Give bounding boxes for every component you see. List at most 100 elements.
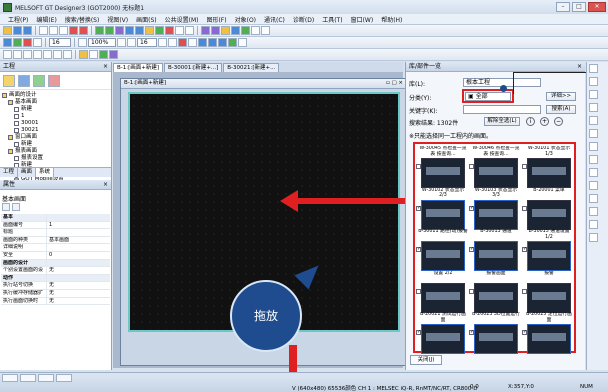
restore-button[interactable]: □	[572, 2, 586, 12]
scale-icon[interactable]	[89, 50, 98, 59]
zoom-out-library-icon[interactable]: −	[554, 117, 563, 126]
property-row[interactable]: 执行站号切换无	[1, 282, 110, 290]
properties-close-icon[interactable]: ×	[103, 180, 108, 189]
text-icon[interactable]	[589, 129, 598, 138]
display-icon[interactable]	[158, 38, 167, 47]
thumbnail-checkbox[interactable]	[416, 164, 421, 169]
offset-icon[interactable]	[188, 38, 197, 47]
property-row[interactable]: 详细说明	[1, 244, 110, 252]
property-row[interactable]: 执行画面切换时无	[1, 297, 110, 306]
paste-icon[interactable]	[59, 26, 68, 35]
property-value[interactable]	[47, 244, 110, 251]
pattern-icon[interactable]	[23, 38, 32, 47]
library-close-icon[interactable]: ×	[577, 62, 582, 71]
property-value[interactable]	[47, 275, 110, 282]
thumbnail-checkbox[interactable]: ✓	[416, 247, 421, 252]
new-project-icon[interactable]	[3, 26, 12, 35]
keyword-input[interactable]	[463, 105, 541, 114]
redo-icon[interactable]	[79, 26, 88, 35]
thumbnail-checkbox[interactable]: ✓	[416, 330, 421, 335]
property-value[interactable]	[47, 214, 110, 221]
zoom-combo[interactable]: 100%	[88, 38, 116, 47]
save-icon[interactable]	[23, 26, 32, 35]
menu-item[interactable]: 搜索/替换(S)	[61, 15, 104, 24]
polygon-icon[interactable]	[43, 50, 52, 59]
property-value[interactable]: 无	[47, 282, 110, 289]
circle-icon[interactable]	[589, 103, 598, 112]
help-icon[interactable]	[238, 38, 247, 47]
property-row[interactable]: 个别设置画面的设无	[1, 267, 110, 275]
write-to-got-icon[interactable]	[165, 26, 174, 35]
undo-icon[interactable]	[69, 26, 78, 35]
document-tab[interactable]: B-30021:[新建+...	[223, 63, 280, 72]
screen-list-icon[interactable]	[208, 38, 217, 47]
image-icon[interactable]	[589, 207, 598, 216]
delete-screen-icon[interactable]	[48, 74, 60, 87]
figure-icon[interactable]	[211, 26, 220, 35]
text-tool-icon[interactable]	[63, 50, 72, 59]
tree-item[interactable]: 报表设置	[2, 155, 111, 162]
ruler-icon[interactable]	[168, 38, 177, 47]
thumbnail-checkbox[interactable]: ✓	[522, 247, 527, 252]
thumbnail-checkbox[interactable]: ✓	[522, 330, 527, 335]
line-icon[interactable]	[589, 77, 598, 86]
menu-item[interactable]: 公共设置(M)	[161, 15, 203, 24]
select-icon[interactable]	[3, 38, 12, 47]
library-thumbnail[interactable]: B-20025 定位运行画面 ✓	[522, 312, 574, 356]
library-thumbnail[interactable]: B-30015 通道设置 1/2 ✓	[522, 229, 574, 273]
library-thumbnail[interactable]: B-30011 路径(动)报警 ✓	[416, 229, 468, 273]
numeric-display-icon[interactable]	[251, 26, 260, 35]
color-select[interactable]	[20, 374, 36, 382]
library-thumbnail[interactable]: W-30046 点检查一览表 按查询...	[469, 146, 521, 190]
lamp-icon[interactable]	[231, 26, 240, 35]
zoom-fit-icon[interactable]	[127, 38, 136, 47]
project-panel-close-icon[interactable]: ×	[103, 62, 108, 71]
property-value[interactable]: 1	[47, 222, 110, 229]
property-value[interactable]: 基本画面	[47, 237, 110, 244]
thumbnail-checkbox[interactable]: ✓	[469, 205, 474, 211]
library-thumbnail[interactable]: W-30102 状态显示 2/3 ✓	[416, 188, 468, 232]
group-icon[interactable]	[135, 26, 144, 35]
tree-item[interactable]: 窗口画面	[2, 134, 111, 141]
window-controls-icon[interactable]: ▫ ▢ ×	[386, 79, 403, 88]
alarm-icon[interactable]	[261, 26, 270, 35]
menu-item[interactable]: 图形(F)	[202, 15, 230, 24]
project-tab[interactable]: 工程	[0, 168, 19, 177]
view-icon[interactable]	[198, 38, 207, 47]
line-select[interactable]	[38, 374, 54, 382]
menu-item[interactable]: 工具(T)	[318, 15, 346, 24]
property-value[interactable]: 无	[47, 290, 110, 297]
library-icon[interactable]	[145, 26, 154, 35]
menu-item[interactable]: 编辑(E)	[32, 15, 60, 24]
layer-select[interactable]	[2, 374, 18, 382]
object-icon[interactable]	[201, 26, 210, 35]
library-thumbnail[interactable]: W-30045 点检查一览表 按查询...	[416, 146, 468, 190]
grid-icon[interactable]	[95, 26, 104, 35]
property-row[interactable]: 安全 0	[1, 251, 110, 260]
align-icon[interactable]	[125, 26, 134, 35]
menu-item[interactable]: 窗口(W)	[347, 15, 378, 24]
thumbnail-checkbox[interactable]: ✓	[416, 205, 421, 211]
text-icon[interactable]	[221, 26, 230, 35]
fill-select[interactable]	[56, 374, 72, 382]
menu-item[interactable]: 画面(S)	[132, 15, 161, 24]
property-value[interactable]: 无	[47, 267, 110, 274]
property-group[interactable]: 动作	[1, 274, 110, 283]
menu-item[interactable]: 诊断(D)	[289, 15, 318, 24]
tree-item[interactable]: 1	[2, 113, 111, 120]
new-screen-icon[interactable]	[3, 74, 15, 87]
tree-item[interactable]: 画面的设计	[2, 92, 111, 99]
library-thumbnail[interactable]: W-30101 状态显示 1/3	[522, 146, 574, 190]
library-thumbnail[interactable]: 设置 2/2	[416, 271, 468, 315]
rectangle-icon[interactable]	[23, 50, 32, 59]
pointer-icon[interactable]	[589, 64, 598, 73]
image-icon[interactable]	[79, 50, 88, 59]
library-thumbnail[interactable]: B-30013 通道 ✓	[469, 229, 521, 273]
thumbnail-checkbox[interactable]	[469, 164, 474, 169]
parts-icon[interactable]	[589, 220, 598, 229]
properties-icon[interactable]	[33, 74, 45, 87]
rectangle-icon[interactable]	[589, 90, 598, 99]
line-icon[interactable]	[13, 50, 22, 59]
data-view-icon[interactable]	[228, 38, 237, 47]
circle-icon[interactable]	[33, 50, 42, 59]
